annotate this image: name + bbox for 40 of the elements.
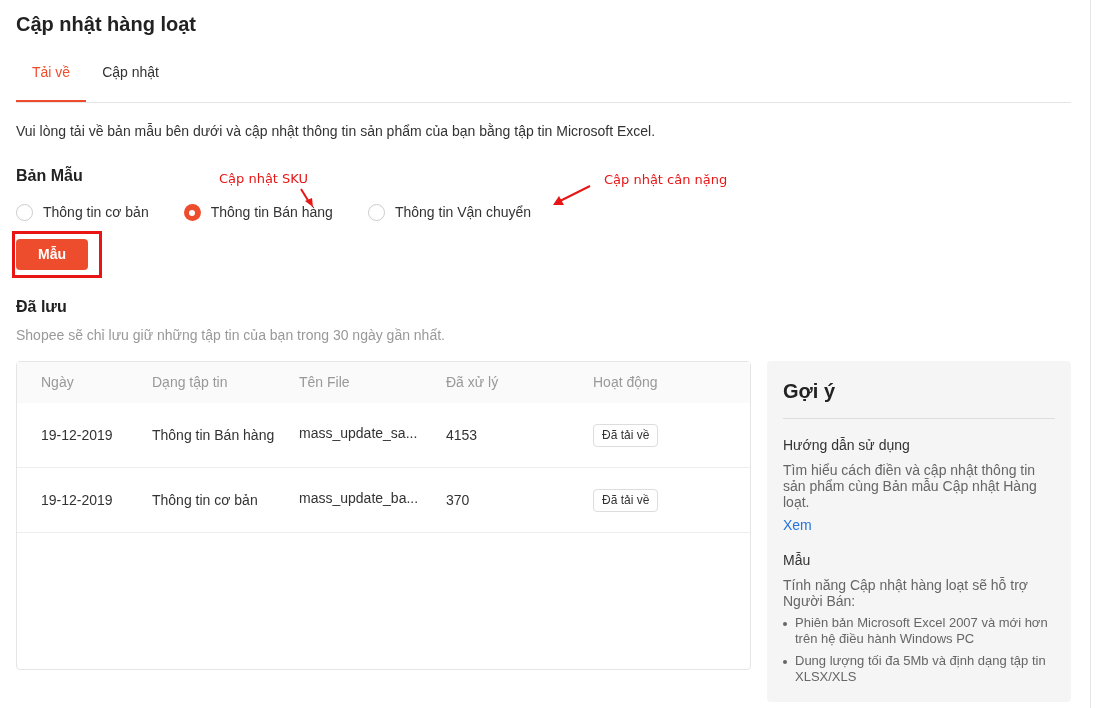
annotation-text: Cập nhật SKU bbox=[219, 171, 309, 186]
table-cell: 370 bbox=[446, 491, 470, 508]
radio-option[interactable]: Thông tin Bán hàng bbox=[183, 202, 333, 223]
bullet-icon bbox=[783, 660, 787, 664]
section-heading: Đã lưu bbox=[16, 297, 68, 317]
radio-option[interactable]: Thông tin cơ bản bbox=[16, 202, 149, 223]
downloaded-button[interactable]: Đã tải về bbox=[593, 423, 659, 447]
column-header: Tên File bbox=[299, 374, 350, 390]
tips-title: Gợi ý bbox=[783, 376, 1055, 419]
tips-bullet-text: Phiên bản Microsoft Excel 2007 và mới hơn trên hệ điều hành Windows PC bbox=[795, 615, 1049, 647]
radio-option[interactable]: Thông tin Vận chuyển bbox=[367, 202, 532, 223]
note-text: Shopee sẽ chỉ lưu giữ những tập tin của bạn trong 30 ngày gần nhất. bbox=[16, 326, 446, 345]
tips-text: Tìm hiểu cách điền và cập nhật thông tin sản phẩm cùng Bản mẫu Cập nhật Hàng loạt. bbox=[783, 462, 1038, 510]
annotation-text: Cập nhật cân nặng bbox=[604, 171, 728, 189]
table-cell: Thông tin cơ bản bbox=[152, 491, 258, 508]
tips-heading: Hướng dẫn sử dụng bbox=[783, 436, 911, 455]
column-header: Dạng tập tin bbox=[152, 374, 228, 390]
tab[interactable]: Tải về bbox=[16, 62, 87, 102]
table-cell: mass_update_ba... bbox=[299, 490, 419, 506]
bullet-icon bbox=[783, 622, 787, 626]
section-heading: Bản Mẫu bbox=[16, 165, 83, 186]
annotation-arrow-icon bbox=[299, 188, 315, 208]
column-header: Ngày bbox=[41, 374, 74, 390]
tips-text: Tính năng Cập nhật hàng loạt sẽ hỗ trợ Người Bán: bbox=[783, 577, 1029, 609]
table-cell: Thông tin Bán hàng bbox=[152, 426, 275, 443]
page-title: Cập nhật hàng loạt bbox=[16, 12, 197, 37]
table-cell: 19-12-2019 bbox=[41, 491, 113, 508]
table-cell: 4153 bbox=[446, 426, 478, 443]
table-cell: mass_update_sa... bbox=[299, 425, 418, 441]
description-text: Vui lòng tải về bản mẫu bên dưới và cập nhật thông tin sản phẩm của bạn bằng tập tin Microsoft Excel. bbox=[16, 122, 657, 141]
table-cell: 19-12-2019 bbox=[41, 426, 113, 443]
column-header: Đã xử lý bbox=[446, 374, 499, 390]
column-header: Hoạt động bbox=[593, 374, 658, 390]
tab[interactable]: Cập nhật bbox=[86, 62, 175, 102]
annotation-arrow-icon bbox=[552, 184, 592, 206]
view-link[interactable]: Xem bbox=[783, 515, 812, 536]
tips-bullet-text: Dung lượng tối đa 5Mb và định dạng tập tin XLSX/XLS bbox=[795, 653, 1047, 685]
tips-heading: Mẫu bbox=[783, 551, 812, 570]
template-button[interactable]: Mẫu bbox=[16, 239, 88, 270]
downloaded-button[interactable]: Đã tải về bbox=[593, 488, 659, 512]
